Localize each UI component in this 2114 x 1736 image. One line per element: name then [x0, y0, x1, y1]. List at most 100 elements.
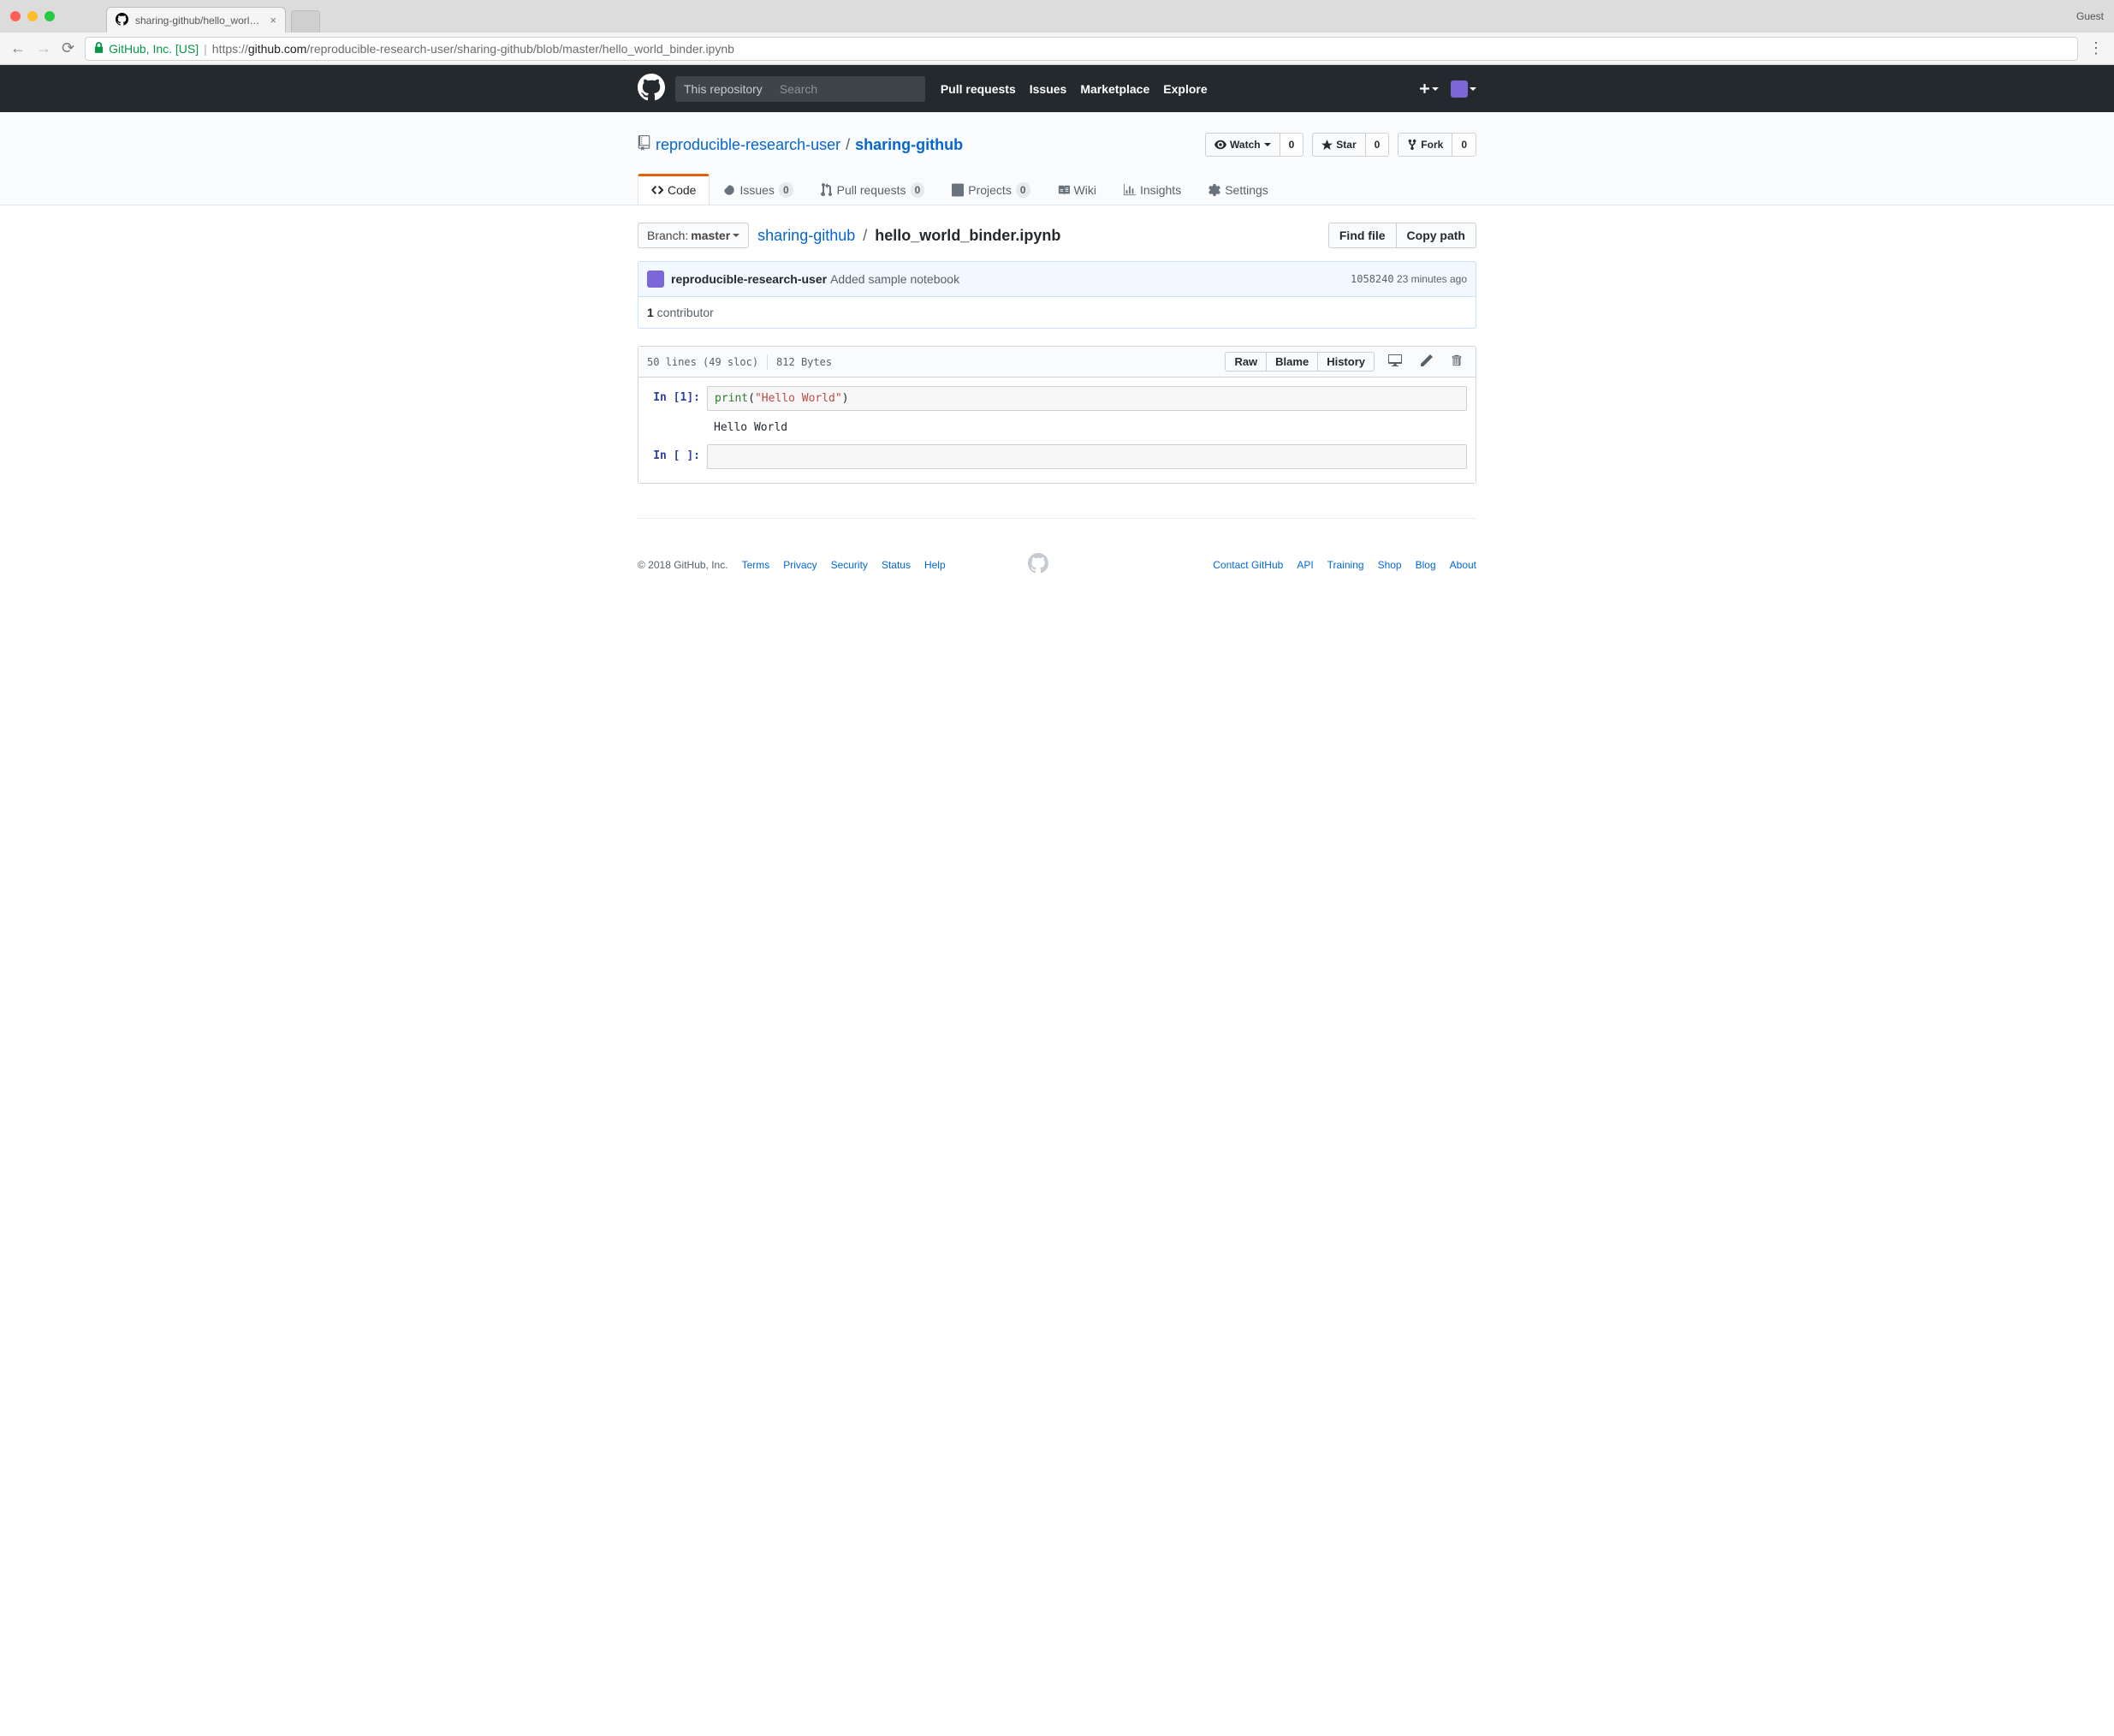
- file-box: 50 lines (49 sloc) 812 Bytes Raw Blame H…: [638, 346, 1476, 484]
- user-menu-dropdown[interactable]: [1451, 80, 1476, 98]
- path-separator: /: [863, 227, 867, 244]
- profile-guest-label[interactable]: Guest: [2076, 10, 2104, 22]
- history-button[interactable]: History: [1318, 352, 1375, 372]
- browser-toolbar: ← → ⟳ GitHub, Inc. [US] | https://github…: [0, 33, 2114, 65]
- lock-icon: [94, 42, 104, 56]
- blame-button[interactable]: Blame: [1267, 352, 1318, 372]
- tab-projects[interactable]: Projects 0: [938, 174, 1043, 205]
- repo-owner-link[interactable]: reproducible-research-user: [656, 136, 840, 154]
- commit-time: 23 minutes ago: [1397, 273, 1467, 285]
- github-footer-logo[interactable]: [1028, 553, 1048, 576]
- file-navigation: Branch: master sharing-github / hello_wo…: [638, 223, 1476, 248]
- footer-blog[interactable]: Blog: [1416, 559, 1436, 571]
- fork-button[interactable]: Fork: [1398, 133, 1452, 157]
- watch-button[interactable]: Watch: [1205, 133, 1280, 157]
- minimize-window-button[interactable]: [27, 11, 38, 21]
- nav-pull-requests[interactable]: Pull requests: [941, 82, 1016, 96]
- find-file-button[interactable]: Find file: [1328, 223, 1397, 248]
- browser-tab-active[interactable]: sharing-github/hello_world_bin ×: [106, 7, 286, 33]
- browser-tab-title: sharing-github/hello_world_bin: [135, 15, 263, 27]
- repo-header: reproducible-research-user / sharing-git…: [0, 112, 2114, 205]
- tab-issues[interactable]: Issues 0: [710, 174, 806, 205]
- notebook-cell-1-output: Hello World: [647, 416, 1467, 439]
- tab-settings[interactable]: Settings: [1195, 174, 1282, 205]
- url-separator: |: [204, 42, 207, 56]
- footer-terms[interactable]: Terms: [742, 559, 770, 571]
- github-logo[interactable]: [638, 74, 665, 104]
- footer-security[interactable]: Security: [831, 559, 868, 571]
- nav-explore[interactable]: Explore: [1163, 82, 1207, 96]
- repo-nav: Code Issues 0 Pull requests 0 Projects 0…: [638, 174, 1476, 205]
- cell-output: Hello World: [707, 416, 1467, 439]
- star-button[interactable]: Star: [1312, 133, 1365, 157]
- search-input[interactable]: [771, 76, 925, 102]
- caret-down-icon: [1432, 87, 1439, 91]
- watch-count[interactable]: 0: [1280, 133, 1304, 157]
- tab-insights[interactable]: Insights: [1110, 174, 1195, 205]
- contributors[interactable]: 1 contributor: [638, 297, 1476, 329]
- file-lines-info: 50 lines (49 sloc): [647, 356, 758, 368]
- repo-icon: [638, 135, 650, 155]
- footer-shop[interactable]: Shop: [1378, 559, 1402, 571]
- footer-help[interactable]: Help: [924, 559, 946, 571]
- cell-input: print("Hello World"): [707, 386, 1467, 411]
- cell-prompt: In [ ]:: [647, 444, 707, 469]
- commit-message[interactable]: Added sample notebook: [830, 272, 959, 286]
- close-window-button[interactable]: [10, 11, 21, 21]
- nav-issues[interactable]: Issues: [1030, 82, 1067, 96]
- breadcrumb: sharing-github / hello_world_binder.ipyn…: [757, 227, 1060, 245]
- breadcrumb-repo[interactable]: sharing-github: [757, 227, 855, 244]
- github-favicon-icon: [116, 13, 128, 28]
- search-scope[interactable]: This repository: [675, 76, 771, 102]
- repo-name-link[interactable]: sharing-github: [855, 136, 963, 153]
- footer-about[interactable]: About: [1450, 559, 1476, 571]
- notebook-cell-1: In [1]: print("Hello World"): [647, 386, 1467, 411]
- file-size-info: 812 Bytes: [776, 356, 832, 368]
- repo-actions: Watch 0 Star 0 Fork: [1205, 133, 1476, 157]
- global-nav: Pull requests Issues Marketplace Explore: [941, 82, 1208, 96]
- notebook-cell-2: In [ ]:: [647, 444, 1467, 469]
- footer-training[interactable]: Training: [1327, 559, 1364, 571]
- caret-down-icon: [1470, 87, 1476, 91]
- window-controls: [10, 11, 55, 21]
- edit-icon[interactable]: [1416, 351, 1438, 372]
- address-bar[interactable]: GitHub, Inc. [US] | https://github.com/r…: [85, 37, 2078, 61]
- create-new-dropdown[interactable]: [1419, 83, 1439, 94]
- browser-titlebar: sharing-github/hello_world_bin × Guest: [0, 0, 2114, 33]
- tab-code[interactable]: Code: [638, 174, 710, 205]
- user-avatar: [1451, 80, 1468, 98]
- reload-button[interactable]: ⟳: [62, 39, 74, 57]
- forward-button: →: [36, 39, 51, 57]
- back-button[interactable]: ←: [10, 39, 26, 57]
- maximize-window-button[interactable]: [45, 11, 55, 21]
- footer: © 2018 GitHub, Inc. Terms Privacy Securi…: [638, 518, 1476, 576]
- copy-path-button[interactable]: Copy path: [1397, 223, 1476, 248]
- fork-count[interactable]: 0: [1452, 133, 1476, 157]
- footer-status[interactable]: Status: [882, 559, 911, 571]
- github-header: This repository Pull requests Issues Mar…: [0, 65, 2114, 112]
- branch-select-button[interactable]: Branch: master: [638, 223, 749, 248]
- caret-down-icon: [733, 234, 739, 237]
- commit-sha[interactable]: 1058240: [1351, 273, 1394, 285]
- desktop-icon[interactable]: [1383, 351, 1407, 372]
- commit-author[interactable]: reproducible-research-user: [671, 272, 827, 286]
- commit-tease: reproducible-research-user Added sample …: [638, 261, 1476, 297]
- new-tab-button[interactable]: [291, 10, 320, 33]
- nav-marketplace[interactable]: Marketplace: [1080, 82, 1149, 96]
- footer-privacy[interactable]: Privacy: [783, 559, 817, 571]
- tab-wiki[interactable]: Wiki: [1044, 174, 1110, 205]
- footer-contact[interactable]: Contact GitHub: [1213, 559, 1283, 571]
- browser-menu-button[interactable]: ⋮: [2088, 39, 2104, 57]
- tab-pull-requests[interactable]: Pull requests 0: [807, 174, 939, 205]
- notebook-preview: In [1]: print("Hello World") Hello World…: [638, 378, 1476, 483]
- cell-input-empty: [707, 444, 1467, 469]
- footer-copyright: © 2018 GitHub, Inc.: [638, 559, 728, 571]
- close-tab-icon[interactable]: ×: [270, 14, 276, 27]
- footer-api[interactable]: API: [1297, 559, 1313, 571]
- file-info-separator: [767, 354, 768, 370]
- star-count[interactable]: 0: [1366, 133, 1390, 157]
- file-header: 50 lines (49 sloc) 812 Bytes Raw Blame H…: [638, 347, 1476, 378]
- delete-icon[interactable]: [1446, 351, 1467, 372]
- raw-button[interactable]: Raw: [1225, 352, 1267, 372]
- commit-author-avatar[interactable]: [647, 271, 664, 288]
